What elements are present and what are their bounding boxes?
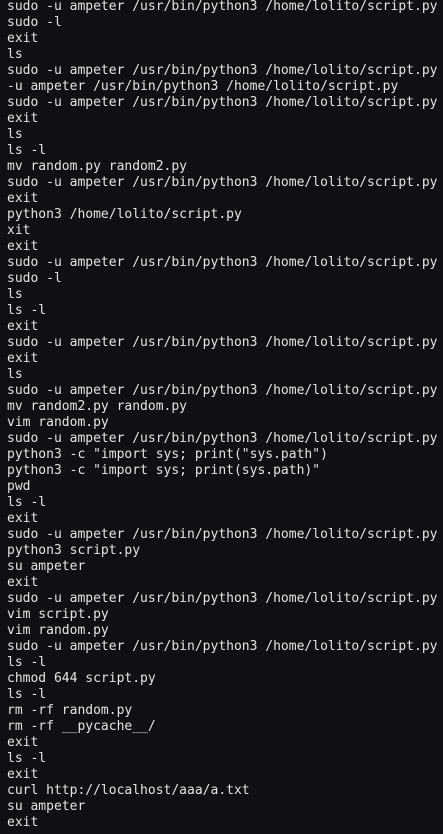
history-line: sudo -u ampeter /usr/bin/python3 /home/l…: [7, 175, 438, 190]
history-line: vim random.py: [7, 623, 109, 638]
history-line: ls -l: [7, 751, 47, 766]
history-line: exit: [7, 815, 39, 830]
history-line: ls: [7, 127, 23, 142]
history-line: sudo -u ampeter /usr/bin/python3 /home/l…: [7, 63, 438, 78]
history-line: ls -l: [7, 687, 47, 702]
history-line: mv random2.py random.py: [7, 399, 188, 414]
command-history: sudo -u ampeter /usr/bin/python3 /home/l…: [7, 0, 437, 831]
history-line: ls -l: [7, 495, 47, 510]
history-line: -u ampeter /usr/bin/python3 /home/lolito…: [7, 79, 399, 94]
history-line: exit: [7, 239, 39, 254]
history-line: exit: [7, 319, 39, 334]
history-line: su ampeter: [7, 559, 86, 574]
history-line: exit: [7, 511, 39, 526]
history-line: python3 -c "import sys; print(sys.path)": [7, 463, 321, 478]
history-line: python3 script.py: [7, 543, 141, 558]
history-line: su ampeter: [7, 799, 86, 814]
history-line: chmod 644 script.py: [7, 671, 156, 686]
history-line: exit: [7, 111, 39, 126]
history-line: exit: [7, 31, 39, 46]
history-line: exit: [7, 767, 39, 782]
history-line: rm -rf __pycache__/: [7, 719, 156, 734]
history-line: ls: [7, 287, 23, 302]
history-line: xit: [7, 223, 31, 238]
history-line: sudo -u ampeter /usr/bin/python3 /home/l…: [7, 255, 438, 270]
history-line: sudo -u ampeter /usr/bin/python3 /home/l…: [7, 383, 438, 398]
history-line: exit: [7, 575, 39, 590]
history-line: sudo -u ampeter /usr/bin/python3 /home/l…: [7, 95, 438, 110]
terminal-window[interactable]: sudo -u ampeter /usr/bin/python3 /home/l…: [0, 0, 443, 834]
history-line: ls: [7, 47, 23, 62]
history-line: sudo -u ampeter /usr/bin/python3 /home/l…: [7, 639, 438, 654]
history-line: ls -l: [7, 655, 47, 670]
history-line: python3 -c "import sys; print("sys.path"…: [7, 447, 328, 462]
history-line: ls: [7, 367, 23, 382]
history-line: exit: [7, 735, 39, 750]
history-line: sudo -u ampeter /usr/bin/python3 /home/l…: [7, 335, 438, 350]
history-line: ls -l: [7, 303, 47, 318]
history-line: exit: [7, 351, 39, 366]
history-line: sudo -u ampeter /usr/bin/python3 /home/l…: [7, 527, 438, 542]
history-line: sudo -u ampeter /usr/bin/python3 /home/l…: [7, 591, 438, 606]
history-line: mv random.py random2.py: [7, 159, 188, 174]
history-line: rm -rf random.py: [7, 703, 133, 718]
history-line: sudo -l: [7, 271, 62, 286]
history-line: pwd: [7, 479, 31, 494]
history-line: sudo -u ampeter /usr/bin/python3 /home/l…: [7, 431, 438, 446]
history-line: curl http://localhost/aaa/a.txt: [7, 783, 250, 798]
history-line: sudo -u ampeter /usr/bin/python3 /home/l…: [7, 0, 438, 14]
history-line: vim random.py: [7, 415, 109, 430]
history-line: sudo -l: [7, 15, 62, 30]
history-line: exit: [7, 191, 39, 206]
history-line: python3 /home/lolito/script.py: [7, 207, 242, 222]
history-line: vim script.py: [7, 607, 109, 622]
history-line: ls -l: [7, 143, 47, 158]
